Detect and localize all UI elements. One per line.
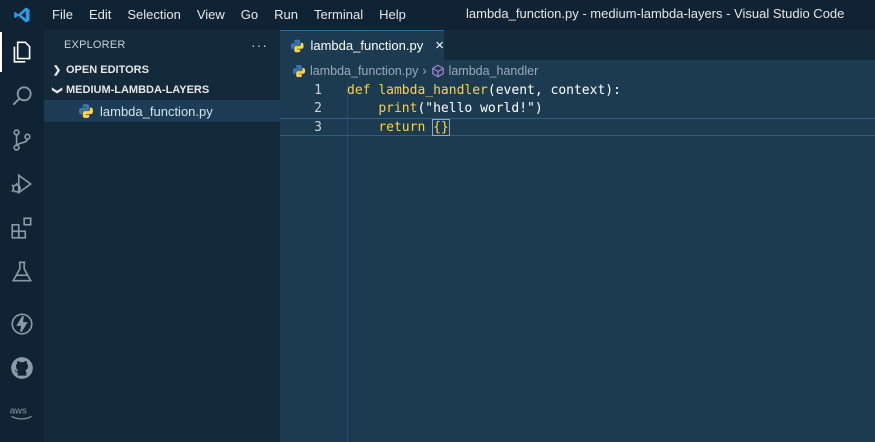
- testing-icon[interactable]: [0, 250, 44, 294]
- folder-section[interactable]: ❯ MEDIUM-LAMBDA-LAYERS: [44, 80, 280, 100]
- code-line: 1 def lambda_handler(event, context):: [280, 82, 875, 100]
- folder-label: MEDIUM-LAMBDA-LAYERS: [66, 84, 210, 96]
- lightning-icon[interactable]: [0, 302, 44, 346]
- empty-dict-braces: {}: [432, 119, 450, 136]
- menu-terminal[interactable]: Terminal: [306, 0, 371, 30]
- tab-lambda-function[interactable]: lambda_function.py ×: [280, 30, 444, 60]
- function-name: lambda_handler: [378, 83, 488, 98]
- function-symbol-icon: [431, 64, 444, 78]
- menu-selection[interactable]: Selection: [119, 0, 188, 30]
- title-bar: File Edit Selection View Go Run Terminal…: [0, 0, 875, 30]
- line-number: 2: [314, 101, 322, 116]
- aws-icon[interactable]: aws: [0, 390, 44, 434]
- menu-edit[interactable]: Edit: [81, 0, 119, 30]
- sidebar-title-row: EXPLORER ···: [44, 30, 280, 60]
- python-file-icon: [79, 104, 93, 118]
- code-editor[interactable]: 1 def lambda_handler(event, context): 2 …: [280, 82, 875, 442]
- keyword-return: return: [378, 120, 426, 135]
- chevron-right-icon: ›: [422, 64, 427, 78]
- keyword-def: def: [347, 83, 371, 98]
- print-call: print: [378, 101, 418, 116]
- extensions-icon[interactable]: [0, 206, 44, 250]
- chevron-right-icon: ❯: [52, 64, 62, 76]
- file-item-label: lambda_function.py: [100, 103, 213, 119]
- menu-go[interactable]: Go: [233, 0, 266, 30]
- breadcrumb-symbol[interactable]: lambda_handler: [449, 64, 539, 78]
- window-title: lambda_function.py - medium-lambda-layer…: [466, 6, 845, 21]
- close-icon[interactable]: ×: [435, 37, 444, 54]
- editor-area: lambda_function.py × lambda_function.py …: [280, 30, 875, 442]
- python-file-icon: [290, 39, 304, 52]
- vscode-logo-icon: [0, 0, 44, 30]
- code-line: 2 print("hello world!"): [280, 100, 875, 118]
- python-file-icon: [292, 64, 306, 78]
- explorer-sidebar: EXPLORER ··· ❯ OPEN EDITORS ❯ MEDIUM-LAM…: [44, 30, 280, 442]
- source-control-icon[interactable]: [0, 118, 44, 162]
- tab-bar: lambda_function.py ×: [280, 30, 875, 60]
- activity-bar: aws: [0, 30, 44, 442]
- tab-label: lambda_function.py: [310, 38, 424, 53]
- file-item-lambda-function[interactable]: lambda_function.py: [44, 100, 280, 122]
- github-icon[interactable]: [0, 346, 44, 390]
- function-params: (event, context):: [487, 83, 621, 98]
- print-args: ("hello world!"): [417, 101, 543, 116]
- code-text: print("hello world!"): [347, 100, 543, 118]
- search-icon[interactable]: [0, 74, 44, 118]
- code-line-current: 3 return {}: [280, 118, 875, 136]
- menu-view[interactable]: View: [189, 0, 233, 30]
- code-text: return {}: [347, 119, 450, 137]
- menu-help[interactable]: Help: [371, 0, 414, 30]
- open-editors-label: OPEN EDITORS: [66, 64, 149, 76]
- breadcrumb-file[interactable]: lambda_function.py: [310, 64, 418, 78]
- line-number: 3: [314, 120, 322, 135]
- explorer-icon[interactable]: [0, 30, 44, 74]
- menu-bar: File Edit Selection View Go Run Terminal…: [44, 0, 414, 30]
- breadcrumb: lambda_function.py › lambda_handler: [280, 60, 875, 82]
- menu-run[interactable]: Run: [266, 0, 306, 30]
- svg-text:aws: aws: [10, 406, 27, 417]
- more-actions-icon[interactable]: ···: [251, 37, 268, 53]
- run-debug-icon[interactable]: [0, 162, 44, 206]
- menu-file[interactable]: File: [44, 0, 81, 30]
- chevron-down-icon: ❯: [51, 85, 63, 95]
- code-text: def lambda_handler(event, context):: [347, 82, 621, 100]
- sidebar-title: EXPLORER: [64, 39, 126, 51]
- open-editors-section[interactable]: ❯ OPEN EDITORS: [44, 60, 280, 80]
- line-number: 1: [314, 83, 322, 98]
